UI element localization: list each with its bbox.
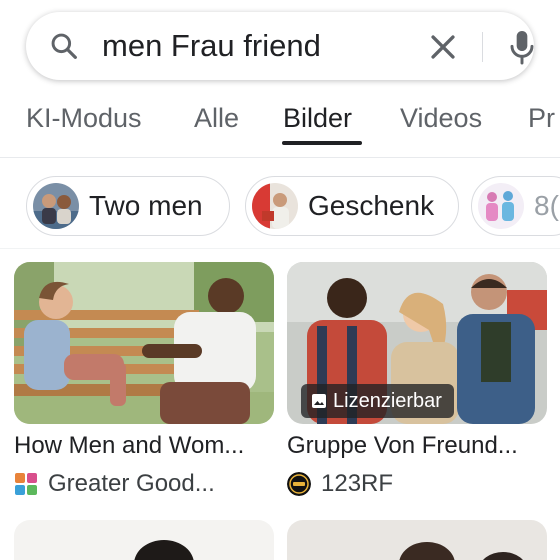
result-title[interactable]: How Men and Wom... — [14, 432, 244, 460]
chip-label: 8( — [534, 190, 559, 221]
search-divider — [482, 32, 483, 62]
result-image[interactable] — [14, 262, 274, 424]
search-icon[interactable] — [48, 30, 80, 62]
result-source[interactable]: Greater Good... — [14, 470, 215, 498]
image-icon — [312, 394, 326, 408]
tab-ki-modus[interactable]: KI-Modus — [26, 102, 142, 134]
tab-videos[interactable]: Videos — [400, 102, 482, 134]
chips-divider — [0, 248, 560, 249]
chip-thumbnail — [478, 183, 524, 229]
chip-more[interactable]: 8( — [471, 176, 560, 236]
result-image[interactable]: Lizenzierbar — [287, 262, 547, 424]
result-image-partial[interactable] — [14, 520, 274, 560]
chip-two-men[interactable]: Two men — [26, 176, 230, 236]
chip-thumbnail — [33, 183, 79, 229]
search-bar[interactable]: men Frau friend — [26, 12, 534, 80]
chip-thumbnail — [252, 183, 298, 229]
result-title[interactable]: Gruppe Von Freund... — [287, 432, 518, 460]
tab-more[interactable]: Pr — [528, 102, 555, 134]
tabs-divider — [0, 157, 560, 158]
close-icon[interactable] — [426, 30, 460, 64]
chip-label: Two men — [89, 190, 203, 221]
chip-label: Geschenk — [308, 190, 435, 221]
result-image-partial[interactable] — [287, 520, 547, 560]
123rf-favicon — [287, 472, 311, 496]
search-tabs: KI-Modus Alle Bilder Videos Pr — [0, 96, 560, 154]
license-badge: Lizenzierbar — [301, 384, 454, 418]
tab-alle[interactable]: Alle — [194, 102, 239, 134]
source-name: 123RF — [321, 470, 394, 497]
search-input[interactable]: men Frau friend — [102, 28, 321, 64]
active-tab-indicator — [282, 141, 362, 145]
source-name: Greater Good... — [48, 470, 215, 497]
chip-geschenk[interactable]: Geschenk — [245, 176, 459, 236]
result-source[interactable]: 123RF — [287, 470, 393, 498]
license-label: Lizenzierbar — [333, 389, 442, 412]
tab-bilder[interactable]: Bilder — [283, 102, 352, 134]
filter-chips: Two men Geschenk 8( — [0, 176, 560, 238]
microphone-icon[interactable] — [506, 28, 538, 66]
greater-good-favicon — [14, 472, 38, 496]
